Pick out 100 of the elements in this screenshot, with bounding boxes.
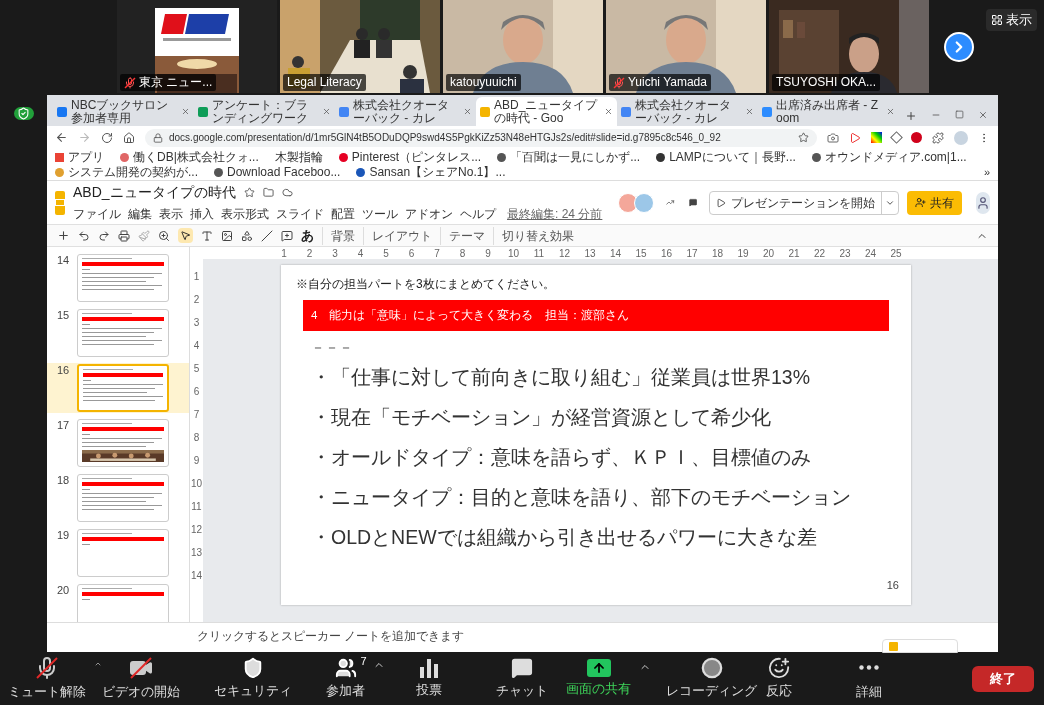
star-icon[interactable] xyxy=(243,187,255,198)
video-tile[interactable]: TSUYOSHI OKA... xyxy=(769,0,929,93)
toolbar-button[interactable]: 画面の共有 xyxy=(566,658,631,699)
slide-thumbnail[interactable] xyxy=(77,474,169,522)
toolbar-button[interactable]: ビデオの開始 xyxy=(102,655,180,702)
shape-icon[interactable] xyxy=(241,229,253,242)
new-tab-icon[interactable] xyxy=(905,110,917,122)
undo-icon[interactable] xyxy=(78,229,90,242)
participant-name: TSUYOSHI OKA... xyxy=(776,75,877,90)
bookmark[interactable]: 木製指輪 xyxy=(274,150,323,164)
close-icon[interactable] xyxy=(604,107,613,116)
browser-tab[interactable]: ABD_ニュータイプの時代 - Goo xyxy=(476,97,617,126)
image-icon[interactable] xyxy=(221,229,233,242)
menu-item[interactable]: 表示形式 xyxy=(221,205,269,223)
maximize-icon[interactable] xyxy=(955,110,964,119)
line-icon[interactable] xyxy=(261,229,273,242)
close-icon[interactable] xyxy=(463,107,472,116)
last-edit-link[interactable]: 最終編集: 24 分前 xyxy=(507,205,603,223)
redo-icon[interactable] xyxy=(98,229,110,242)
close-icon[interactable] xyxy=(886,107,895,116)
close-icon[interactable] xyxy=(978,110,988,120)
view-button[interactable]: 表示 xyxy=(986,9,1037,31)
address-bar[interactable]: docs.google.com/presentation/d/1mr5GlN4tB5ODuDQP9swd4S5PgkKiZz53N48eHTGJs2s/edit#slide=id.g7895c8c546_0_92 xyxy=(145,128,817,147)
extension-icon[interactable] xyxy=(871,132,882,143)
back-icon[interactable] xyxy=(55,131,68,144)
select-tool[interactable] xyxy=(178,228,193,243)
video-tile[interactable]: Legal Literacy xyxy=(280,0,440,93)
share-button[interactable]: 共有 xyxy=(907,190,962,215)
toolbar-button[interactable]: 切り替え効果 xyxy=(493,226,574,245)
home-icon[interactable] xyxy=(123,131,135,144)
extension-icon[interactable] xyxy=(911,132,922,143)
toolbar-button[interactable]: 7 参加者 xyxy=(326,656,365,701)
toolbar-button[interactable]: セキュリティ xyxy=(214,656,292,701)
security-shield-icon[interactable] xyxy=(13,107,34,120)
text-box-icon[interactable] xyxy=(201,229,213,242)
zoom-icon[interactable] xyxy=(158,229,170,242)
toolbar-button[interactable]: レイアウト xyxy=(363,226,432,245)
slide-thumbnail[interactable] xyxy=(77,419,169,467)
slide[interactable]: ※自分の担当パートを3枚にまとめてください。 4 能力は「意味」によって大きく変わる 担当：渡部さん －－－ ・「仕事に対して前向きに取り組む」従業員は世界13% ・現在「モチベーション」が経営資源として希少化 ・オールドタイプ：意味を語らず、ＫＰＩ、目標値のみ ・ニュータイプ：目的と意味を語り、部下のモチベーション ・OLDとNEWでは組織から引き出せるパワーに大きな差 16 xyxy=(281,265,911,605)
toolbar-button[interactable]: 詳細 xyxy=(856,655,882,702)
bookmark[interactable]: システム開発の契約が... xyxy=(55,165,198,179)
bookmark[interactable]: オウンドメディア.com|1... xyxy=(811,150,967,164)
more-bookmarks[interactable]: » xyxy=(983,165,990,179)
slide-thumbnail[interactable] xyxy=(77,254,169,302)
browser-tab[interactable]: 株式会社クオーターバック - カレ xyxy=(335,97,476,126)
bookmark[interactable]: Download Faceboo... xyxy=(214,165,341,179)
menu-item[interactable]: ツール xyxy=(362,205,398,223)
user-avatar[interactable] xyxy=(976,191,990,214)
speaker-notes-field[interactable]: クリックするとスピーカー ノートを追加できます xyxy=(197,627,797,645)
camera-icon[interactable] xyxy=(827,131,839,144)
bookmark[interactable]: 「百聞は一見にしかず... xyxy=(497,150,641,164)
person-icon xyxy=(915,197,926,208)
browser-tab[interactable]: 株式会社クオーターバック - カレ xyxy=(617,97,758,126)
bookmark-icon xyxy=(656,152,666,162)
reload-icon[interactable] xyxy=(101,131,113,144)
toolbar-button[interactable]: チャット xyxy=(496,656,548,701)
input-tools-button[interactable]: あ xyxy=(301,225,314,246)
browser-tab[interactable]: アンケート：ブランディングワーク xyxy=(194,97,335,126)
comment-icon[interactable] xyxy=(281,229,293,242)
bookmark[interactable]: 働くDB|株式会社クォ... xyxy=(120,150,259,164)
toolbar-button[interactable]: テーマ xyxy=(440,226,485,245)
menu-item[interactable]: 編集 xyxy=(128,205,152,223)
slide-thumbnail[interactable] xyxy=(77,309,169,357)
toolbar-button[interactable]: レコーディング xyxy=(666,656,757,701)
bookmark[interactable]: LAMPについて｜長野... xyxy=(656,150,796,164)
menu-item[interactable]: アドオン xyxy=(405,205,453,223)
browser-tab[interactable]: NBCブックサロン参加者専用 xyxy=(53,97,194,126)
slide-thumbnail[interactable] xyxy=(77,584,169,622)
menu-item[interactable]: ヘルプ xyxy=(460,205,496,223)
bookmark[interactable]: Sansan【シェアNo.1】... xyxy=(356,165,506,179)
menu-item[interactable]: 配置 xyxy=(331,205,355,223)
menu-item[interactable]: ファイル xyxy=(73,205,121,223)
toolbar-button[interactable]: ミュート解除 xyxy=(8,655,86,702)
end-button[interactable]: 終了 xyxy=(972,665,1034,692)
next-page-button[interactable] xyxy=(944,32,974,62)
close-icon[interactable] xyxy=(322,107,331,116)
menu-item[interactable]: 表示 xyxy=(159,205,183,223)
play-icon[interactable] xyxy=(849,131,861,144)
print-icon[interactable] xyxy=(118,229,130,242)
star-icon[interactable] xyxy=(798,132,809,143)
slide-thumbnail[interactable] xyxy=(77,529,169,577)
bookmark[interactable]: アプリ xyxy=(55,150,104,164)
video-tile[interactable]: Yuichi Yamada xyxy=(606,0,766,93)
toolbar-button[interactable]: 背景 xyxy=(322,226,355,245)
document-title[interactable]: ABD_ニュータイプの時代 xyxy=(73,182,236,203)
toolbar-button[interactable]: 反応 xyxy=(766,656,792,701)
extensions-icon[interactable] xyxy=(932,131,944,144)
menu-item[interactable]: スライド xyxy=(276,205,324,223)
folder-icon[interactable] xyxy=(262,187,274,198)
new-slide-icon[interactable] xyxy=(57,229,70,242)
close-icon[interactable] xyxy=(181,107,190,116)
bookmark[interactable]: Pinterest（ピンタレス... xyxy=(338,150,482,164)
toolbar-button[interactable]: 投票 xyxy=(416,657,442,700)
video-tile[interactable]: katouyuuichi xyxy=(443,0,603,93)
browser-tab[interactable]: 出席済み出席者 - Zoom xyxy=(758,97,899,126)
slide-thumbnail[interactable] xyxy=(77,364,169,412)
slide-number: 19 xyxy=(57,529,71,541)
close-icon[interactable] xyxy=(745,107,754,116)
menu-item[interactable]: 挿入 xyxy=(190,205,214,223)
slide-number: 15 xyxy=(57,309,71,321)
